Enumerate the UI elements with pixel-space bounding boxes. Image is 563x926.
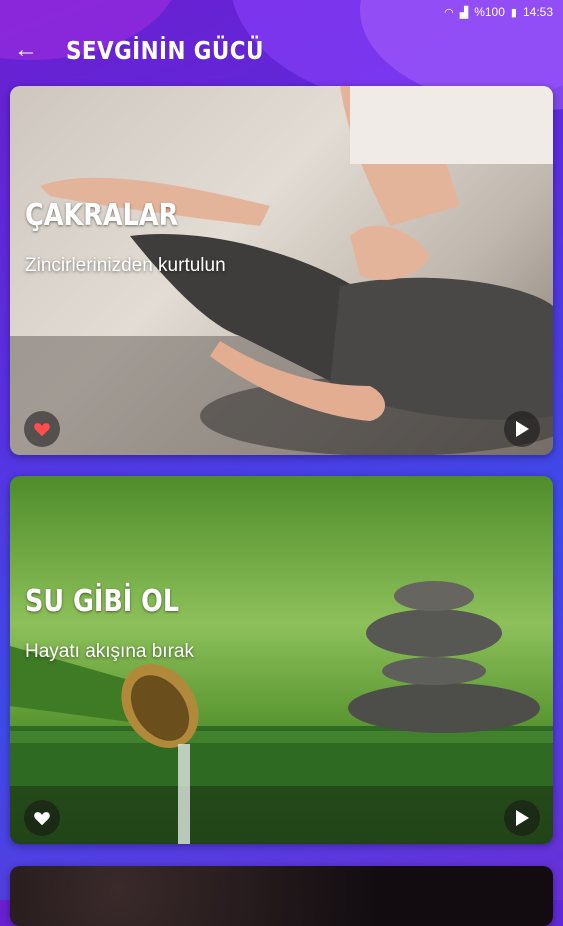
favorite-button[interactable] <box>24 800 60 836</box>
status-bar: ◠ ▟ %100 ▮ 14:53 <box>0 0 563 24</box>
card-title: SU GİBİ OL <box>25 584 180 619</box>
card-text: ÇAKRALAR Zincirlerinizden kurtulun <box>25 198 226 277</box>
card-title: ÇAKRALAR <box>25 198 179 233</box>
heart-icon <box>34 812 50 826</box>
favorite-button[interactable] <box>24 411 60 447</box>
heart-icon <box>34 423 50 437</box>
card-be-like-water[interactable]: SU GİBİ OL Hayatı akışına bırak <box>10 476 553 844</box>
wifi-icon: ◠ <box>444 6 454 19</box>
signal-icon: ▟ <box>459 6 469 19</box>
page-title: SEVGİNİN GÜCÜ <box>66 35 264 65</box>
clock: 14:53 <box>522 5 553 19</box>
card-chakras[interactable]: ÇAKRALAR Zincirlerinizden kurtulun <box>10 86 553 455</box>
play-button[interactable] <box>504 800 540 836</box>
arrow-back-icon: ← <box>14 36 38 63</box>
battery-percent: %100 <box>474 5 505 19</box>
card-text: SU GİBİ OL Hayatı akışına bırak <box>25 584 206 663</box>
card-list: ÇAKRALAR Zincirlerinizden kurtulun SU Gİ… <box>0 0 563 926</box>
battery-icon: ▮ <box>510 6 517 19</box>
card-subtitle: Hayatı akışına bırak <box>25 641 194 662</box>
back-button[interactable]: ← <box>0 24 52 76</box>
play-icon <box>516 810 529 826</box>
play-icon <box>516 421 529 437</box>
app-bar: ← SEVGİNİN GÜCÜ <box>0 24 563 76</box>
play-button[interactable] <box>504 411 540 447</box>
card-next[interactable] <box>10 866 553 926</box>
card-subtitle: Zincirlerinizden kurtulun <box>25 255 226 276</box>
